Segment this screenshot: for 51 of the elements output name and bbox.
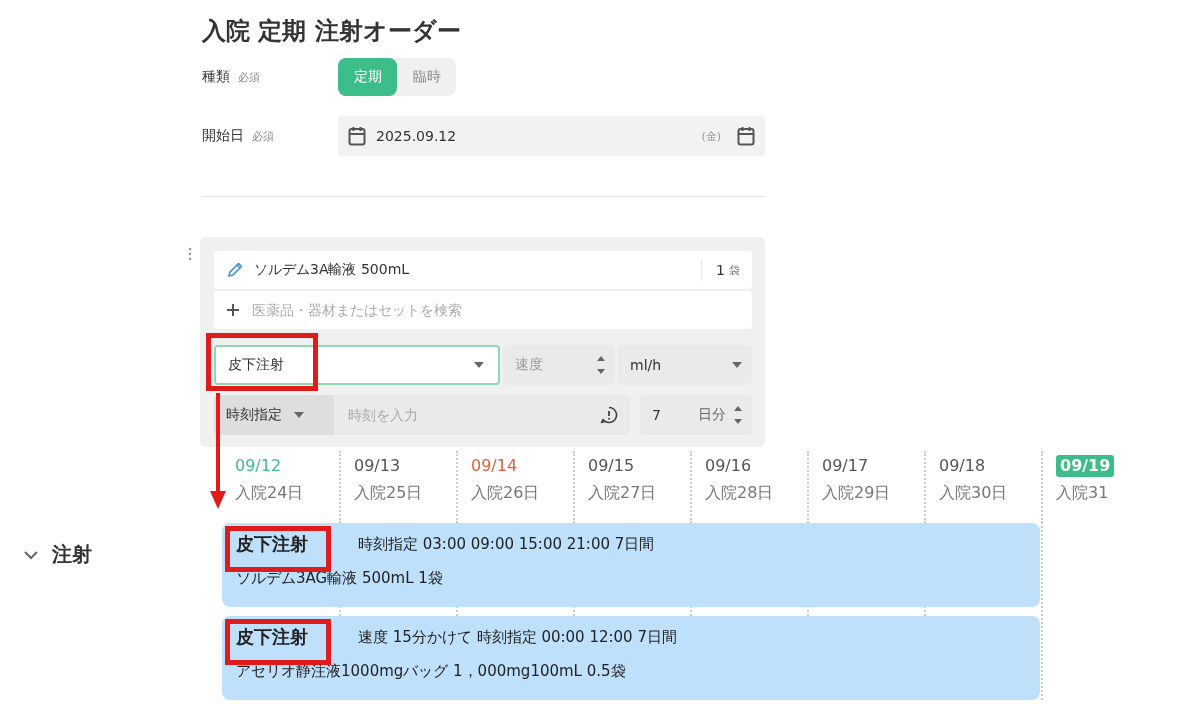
field-label: 開始日	[202, 127, 244, 145]
route-label: 皮下注射	[236, 624, 308, 650]
hospital-day-label: 入院27日	[588, 483, 658, 504]
date-label: 09/13	[354, 455, 401, 477]
date-label: 09/14	[471, 455, 518, 477]
stepper-icon[interactable]	[734, 406, 742, 424]
hospital-day-label: 入院31	[1056, 483, 1110, 504]
date-badge: 09/19	[1056, 455, 1115, 477]
timing-mode-select[interactable]: 時刻指定	[214, 395, 334, 435]
pencil-icon	[226, 261, 244, 279]
hospital-day-label: 入院28日	[705, 483, 775, 504]
hospital-day-label: 入院24日	[235, 483, 305, 504]
hospital-day-label: 入院29日	[822, 483, 892, 504]
search-input[interactable]: 医薬品・器材またはセットを検索	[250, 301, 740, 319]
unit-label: 袋	[729, 262, 740, 278]
hospital-day-label: 入院26日	[471, 483, 541, 504]
date-field[interactable]: 2025.09.12 (金)	[338, 116, 765, 156]
quantity-value: 1	[716, 262, 725, 278]
drag-handle-icon[interactable]	[188, 247, 192, 261]
route-select[interactable]: 皮下注射	[214, 345, 500, 385]
date-label: 09/16	[705, 455, 752, 477]
calendar-icon[interactable]	[737, 126, 755, 146]
caret-icon	[294, 412, 304, 418]
required-label: 必須	[238, 70, 260, 85]
stepper-icon[interactable]	[597, 356, 605, 374]
order-detail: 時刻指定 03:00 09:00 15:00 21:00 7日間	[358, 534, 655, 554]
date-label: 09/17	[822, 455, 869, 477]
weekday-label: (金)	[701, 128, 721, 144]
plus-icon	[226, 303, 240, 317]
page-title: 入院 定期 注射オーダー	[202, 16, 462, 47]
calendar-icon	[348, 126, 366, 146]
hospital-day-label: 入院30日	[939, 483, 1009, 504]
date-label: 09/12	[235, 455, 282, 477]
order-detail: 速度 15分かけて 時刻指定 00:00 12:00 7日間	[358, 627, 677, 647]
search-field[interactable]: 医薬品・器材またはセットを検索	[214, 291, 752, 329]
days-field[interactable]: 7 日分	[640, 395, 752, 435]
caret-icon	[732, 362, 742, 368]
field-label: 種類	[202, 68, 230, 86]
required-label: 必須	[252, 129, 274, 144]
unit-select[interactable]: ml/h	[618, 345, 752, 385]
time-input-field[interactable]: 時刻を入力	[334, 395, 630, 435]
drug-row[interactable]: ソルデム3A輸液 500mL 1 袋	[214, 251, 752, 289]
caret-icon	[474, 362, 484, 368]
section-title: 注射	[52, 541, 92, 568]
time-input[interactable]: 時刻を入力	[346, 406, 592, 424]
info-icon	[600, 406, 618, 424]
route-label: 皮下注射	[236, 531, 308, 557]
date-label: 09/18	[939, 455, 986, 477]
drug-name: ソルデム3A輸液 500mL	[254, 261, 411, 279]
hospital-day-label: 入院25日	[354, 483, 424, 504]
date-label: 09/15	[588, 455, 635, 477]
